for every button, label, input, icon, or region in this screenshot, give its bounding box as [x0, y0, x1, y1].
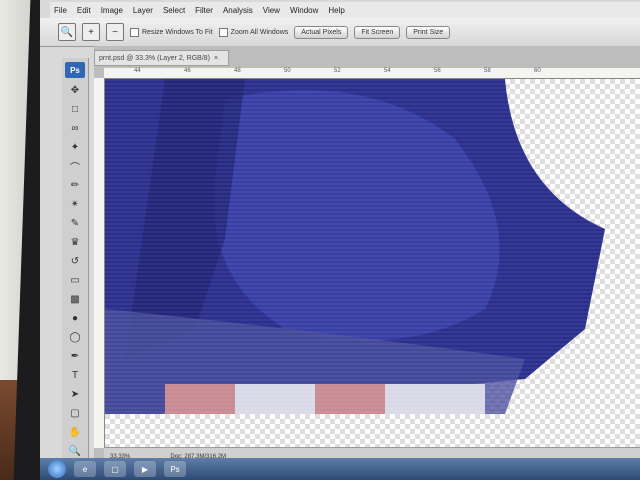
blur-tool-icon[interactable]: ●: [66, 310, 84, 326]
resize-windows-checkbox[interactable]: Resize Windows To Fit: [130, 27, 213, 37]
taskbar-photoshop-icon[interactable]: Ps: [164, 461, 186, 477]
resize-windows-label: Resize Windows To Fit: [142, 28, 213, 36]
zoom-in-icon[interactable]: +: [82, 23, 100, 41]
scanline-overlay: [105, 79, 640, 414]
zoom-tool-icon[interactable]: 🔍: [58, 23, 76, 41]
image-canvas[interactable]: [105, 79, 640, 448]
ruler-tick: 60: [534, 68, 541, 74]
ruler-tick: 50: [284, 68, 291, 74]
zoom-all-label: Zoom All Windows: [230, 28, 289, 36]
type-tool-icon[interactable]: T: [66, 367, 84, 383]
menu-analysis[interactable]: Analysis: [223, 6, 253, 15]
menu-help[interactable]: Help: [328, 6, 344, 15]
hand-tool-icon[interactable]: ✋: [66, 424, 84, 440]
zoom-all-checkbox[interactable]: Zoom All Windows: [218, 27, 289, 37]
taskbar-ie-icon[interactable]: e: [74, 461, 96, 477]
lasso-tool-icon[interactable]: ∞: [66, 120, 84, 136]
crop-tool-icon[interactable]: ⌒: [66, 158, 84, 174]
menu-bar: File Edit Image Layer Select Filter Anal…: [50, 2, 640, 18]
ruler-horizontal[interactable]: 44 46 48 50 52 54 56 58 60: [104, 68, 640, 79]
healing-brush-icon[interactable]: ✴: [66, 196, 84, 212]
close-icon[interactable]: ×: [214, 55, 218, 62]
menu-image[interactable]: Image: [101, 6, 123, 15]
magic-wand-icon[interactable]: ✦: [66, 139, 84, 155]
garment-layer: [105, 79, 640, 419]
dodge-tool-icon[interactable]: ◯: [66, 329, 84, 345]
ruler-tick: 58: [484, 68, 491, 74]
menu-edit[interactable]: Edit: [77, 6, 91, 15]
tools-panel: Ps ✥ □ ∞ ✦ ⌒ ✏ ✴ ✎ ♛ ↺ ▭ ▩ ● ◯ ✒ T ➤ ▢ ✋…: [62, 58, 89, 458]
document-window: prnt.psd @ 33.3% (Layer 2, RGB/8) × 44 4…: [94, 46, 640, 466]
ruler-tick: 52: [334, 68, 341, 74]
path-selection-icon[interactable]: ➤: [66, 386, 84, 402]
taskbar-folder-icon[interactable]: ▢: [104, 461, 126, 477]
ruler-tick: 48: [234, 68, 241, 74]
marquee-tool-icon[interactable]: □: [66, 101, 84, 117]
shape-tool-icon[interactable]: ▢: [66, 405, 84, 421]
taskbar: e ▢ ▶ Ps: [40, 458, 640, 480]
fit-screen-button[interactable]: Fit Screen: [354, 25, 401, 39]
ruler-tick: 46: [184, 68, 191, 74]
history-brush-icon[interactable]: ↺: [66, 253, 84, 269]
start-button[interactable]: [48, 460, 66, 478]
move-tool-icon[interactable]: ✥: [66, 82, 84, 98]
options-bar: 🔍 + − Resize Windows To Fit Zoom All Win…: [40, 18, 640, 47]
zoom-out-icon[interactable]: −: [106, 23, 124, 41]
ruler-tick: 56: [434, 68, 441, 74]
document-title: prnt.psd @ 33.3% (Layer 2, RGB/8): [99, 54, 210, 62]
taskbar-media-icon[interactable]: ▶: [134, 461, 156, 477]
pen-tool-icon[interactable]: ✒: [66, 348, 84, 364]
document-tab[interactable]: prnt.psd @ 33.3% (Layer 2, RGB/8) ×: [94, 50, 230, 66]
menu-window[interactable]: Window: [290, 6, 318, 15]
actual-pixels-button[interactable]: Actual Pixels: [294, 25, 349, 39]
menu-layer[interactable]: Layer: [133, 6, 153, 15]
gradient-tool-icon[interactable]: ▩: [66, 291, 84, 307]
eyedropper-icon[interactable]: ✏: [66, 177, 84, 193]
zoom-tool-icon[interactable]: 🔍: [66, 443, 84, 459]
photoshop-logo: Ps: [65, 62, 85, 78]
menu-select[interactable]: Select: [163, 6, 185, 15]
menu-filter[interactable]: Filter: [195, 6, 213, 15]
ruler-tick: 54: [384, 68, 391, 74]
menu-view[interactable]: View: [263, 6, 280, 15]
print-size-button[interactable]: Print Size: [406, 25, 451, 39]
screen: File Edit Image Layer Select Filter Anal…: [40, 0, 640, 480]
eraser-icon[interactable]: ▭: [66, 272, 84, 288]
clone-stamp-icon[interactable]: ♛: [66, 234, 84, 250]
brush-tool-icon[interactable]: ✎: [66, 215, 84, 231]
ruler-vertical[interactable]: [94, 78, 105, 448]
menu-file[interactable]: File: [54, 6, 67, 15]
ruler-tick: 44: [134, 68, 141, 74]
